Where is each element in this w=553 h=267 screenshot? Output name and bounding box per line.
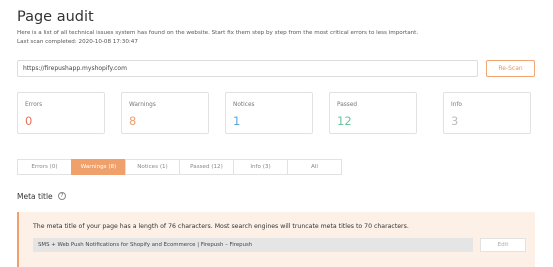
page-title: Page audit [17,9,94,25]
tab-info[interactable]: Info (3) [233,159,288,175]
issue-message: The meta title of your page has a length… [33,223,409,230]
stat-value: 1 [233,114,241,128]
meta-title-value: SMS + Web Push Notifications for Shopify… [33,238,473,252]
stat-label: Warnings [129,102,156,108]
rescan-button[interactable]: Re-Scan [486,60,535,77]
help-icon[interactable]: ? [58,192,66,200]
stat-label: Info [451,102,462,108]
tab-notices[interactable]: Notices (1) [125,159,180,175]
tab-passed[interactable]: Passed (12) [179,159,234,175]
stat-label: Errors [25,102,43,108]
section-title: Meta title [17,192,53,201]
stat-card-warnings: Warnings 8 [121,92,209,134]
filter-tabs: Errors (0) Warnings (8) Notices (1) Pass… [17,159,342,175]
stat-card-errors: Errors 0 [17,92,105,134]
stat-card-passed: Passed 12 [329,92,417,134]
stat-value: 0 [25,114,33,128]
url-input[interactable]: https://firepushapp.myshopify.com [17,60,478,77]
stat-card-notices: Notices 1 [225,92,313,134]
stat-value: 12 [337,114,352,128]
stat-label: Notices [233,102,255,108]
description-text: Here is a list of all technical issues s… [17,30,419,36]
tab-warnings[interactable]: Warnings (8) [71,159,126,175]
page-description: Here is a list of all technical issues s… [17,29,537,46]
stat-value: 8 [129,114,137,128]
stat-card-info: Info 3 [443,92,531,134]
stat-label: Passed [337,102,358,108]
tab-errors[interactable]: Errors (0) [17,159,72,175]
last-scan-text: Last scan completed: 2020-10-08 17:30:47 [17,38,138,45]
tab-all[interactable]: All [287,159,342,175]
issue-panel: The meta title of your page has a length… [17,212,535,267]
edit-button[interactable]: Edit [480,238,526,252]
stat-value: 3 [451,114,459,128]
